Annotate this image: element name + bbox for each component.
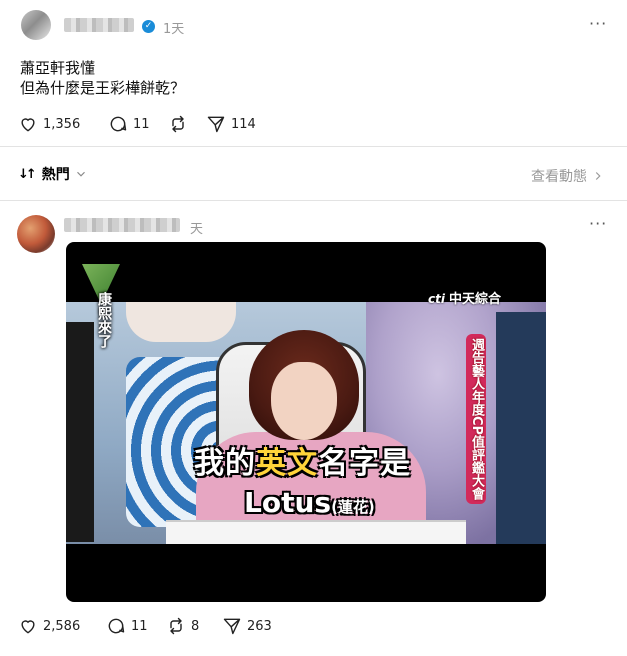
sort-label: 熱門 — [41, 167, 70, 183]
channel-brand: cti — [428, 292, 445, 306]
share-button[interactable]: 114 — [206, 114, 256, 134]
heart-icon — [21, 620, 35, 634]
post-text-line: 但為什麼是王彩樺餅乾？ — [20, 79, 186, 97]
reply-timestamp: 天 — [190, 222, 204, 237]
chevron-right-icon — [595, 172, 601, 180]
sort-selector[interactable]: ↓↑ 熱門 — [18, 164, 88, 184]
share-count: 114 — [231, 116, 256, 132]
author-username-redacted[interactable] — [64, 18, 134, 32]
program-banner: 週告藝人年度CP值評鑑大會 — [466, 334, 486, 505]
comment-button[interactable]: 11 — [108, 114, 168, 134]
reply-video-thumbnail[interactable]: 康熙來了 cti 中天綜合 週告藝人年度CP值評鑑大會 我的英文名字是 Lotus… — [66, 242, 546, 602]
reply-comment-button[interactable]: 11 — [106, 616, 166, 636]
view-activity-label: 查看動態 — [531, 169, 587, 185]
reply-repost-button[interactable]: 8 — [166, 616, 222, 636]
like-button[interactable]: 1,356 — [18, 114, 108, 134]
sort-arrows-icon: ↓↑ — [18, 166, 37, 182]
heart-icon — [21, 118, 35, 132]
caption-part: 名字是 — [318, 446, 411, 481]
reply-like-button[interactable]: 2,586 — [18, 616, 106, 636]
repost-icon — [172, 115, 184, 133]
repost-button[interactable] — [168, 114, 206, 134]
repost-icon — [170, 617, 182, 635]
channel-name: 中天綜合 — [448, 292, 501, 307]
author-avatar[interactable] — [21, 10, 51, 40]
post-body: 蕭亞軒我懂 但為什麼是王彩樺餅乾？ — [20, 58, 185, 98]
reply-actions: 2,586 11 8 263 — [18, 616, 272, 636]
caption-line-1: 我的英文名字是 — [194, 438, 411, 482]
share-icon — [223, 618, 241, 635]
reply-like-count: 2,586 — [43, 618, 81, 634]
reply-repost-count: 8 — [191, 618, 200, 634]
show-title: 康熙來了 — [96, 292, 112, 348]
reply-comment-count: 11 — [131, 618, 148, 634]
share-icon — [207, 116, 225, 133]
comment-count: 11 — [133, 116, 150, 132]
caption-highlight: 英文 — [256, 446, 318, 481]
comment-icon — [108, 618, 125, 634]
reply-author-avatar[interactable] — [17, 215, 55, 253]
verified-badge-icon: ✓ — [142, 20, 155, 33]
divider — [0, 200, 627, 201]
post-timestamp: 1天 — [163, 22, 185, 37]
caption-translation: (蓮花) — [331, 498, 375, 516]
reply-username-redacted[interactable] — [64, 218, 180, 232]
channel-watermark: cti 中天綜合 — [428, 288, 501, 307]
caption-line-2: Lotus(蓮花) — [244, 486, 375, 519]
reply-share-button[interactable]: 263 — [222, 616, 272, 636]
reply-share-count: 263 — [247, 618, 272, 634]
post-more-button[interactable]: ··· — [589, 14, 607, 33]
like-count: 1,356 — [43, 116, 81, 132]
caption-part: 我的 — [194, 446, 256, 481]
divider — [0, 146, 627, 147]
view-activity-link[interactable]: 查看動態 — [531, 166, 605, 186]
post-actions: 1,356 11 114 — [18, 114, 256, 134]
reply-more-button[interactable]: ··· — [589, 214, 607, 233]
post-text-line: 蕭亞軒我懂 — [20, 59, 96, 77]
caption-english-name: Lotus — [244, 486, 332, 519]
comment-icon — [110, 116, 127, 132]
chevron-down-icon — [76, 171, 85, 177]
